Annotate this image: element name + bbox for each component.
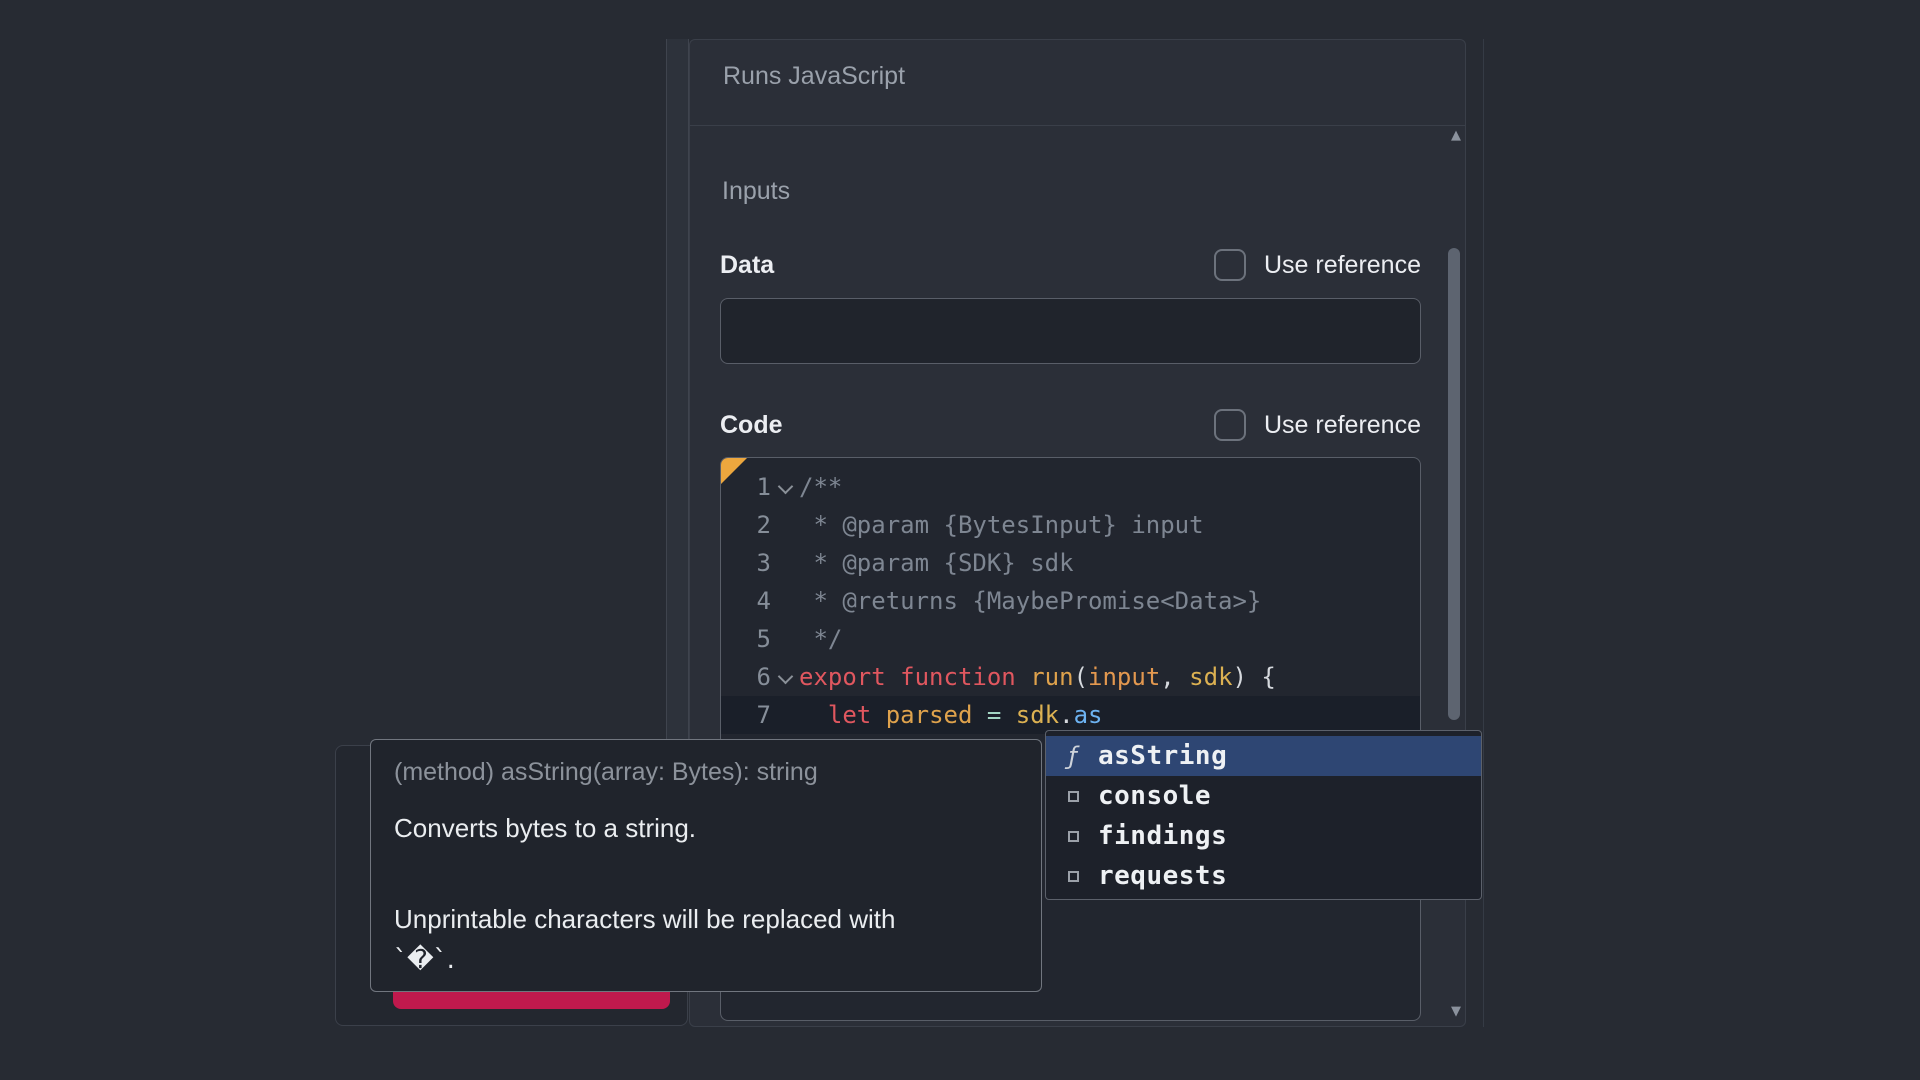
data-use-reference-group: Use reference (1214, 249, 1421, 281)
panel-header: Runs JavaScript (690, 40, 1465, 126)
inputs-section-heading: Inputs (722, 177, 790, 206)
code-use-reference-label: Use reference (1264, 411, 1421, 440)
scroll-down-icon[interactable]: ▼ (1445, 1004, 1467, 1019)
line-number: 3 (721, 549, 771, 577)
tooltip-signature: (method) asString(array: Bytes): string (394, 758, 1018, 787)
data-field-row: Data Use reference (720, 248, 1421, 282)
tooltip-note-line1: Unprintable characters will be replaced … (394, 904, 1018, 935)
code-text: * @returns {MaybePromise<Data>} (799, 587, 1261, 615)
field-icon (1061, 871, 1085, 882)
autocomplete-item-asString[interactable]: ƒ asString (1046, 736, 1481, 776)
fold-chevron-icon[interactable] (771, 483, 799, 492)
editor-lines: 1/**2 * @param {BytesInput} input3 * @pa… (721, 468, 1420, 734)
data-field-label: Data (720, 251, 774, 280)
code-text: export function run(input, sdk) { (799, 663, 1276, 691)
code-text: * @param {BytesInput} input (799, 511, 1204, 539)
code-field-label: Code (720, 411, 783, 440)
editor-line-5[interactable]: 5 */ (721, 620, 1420, 658)
field-icon (1061, 791, 1085, 802)
autocomplete-item-console[interactable]: console (1046, 776, 1481, 816)
code-text: /** (799, 473, 842, 501)
panel-title: Runs JavaScript (723, 62, 1465, 91)
scrollbar-thumb[interactable] (1448, 248, 1460, 720)
code-use-reference-checkbox[interactable] (1214, 409, 1246, 441)
canvas-divider-line (1483, 39, 1484, 1027)
data-use-reference-checkbox[interactable] (1214, 249, 1246, 281)
code-text: let parsed = sdk.as (799, 701, 1103, 729)
editor-line-1[interactable]: 1/** (721, 468, 1420, 506)
autocomplete-item-label: asString (1098, 741, 1227, 771)
autocomplete-item-label: requests (1098, 861, 1227, 891)
fold-chevron-icon[interactable] (771, 673, 799, 682)
editor-line-3[interactable]: 3 * @param {SDK} sdk (721, 544, 1420, 582)
autocomplete-item-requests[interactable]: requests (1046, 856, 1481, 896)
code-use-reference-group: Use reference (1214, 409, 1421, 441)
line-number: 4 (721, 587, 771, 615)
line-number: 5 (721, 625, 771, 653)
autocomplete-dropdown: ƒ asString console findings requests (1045, 730, 1482, 900)
code-text: * @param {SDK} sdk (799, 549, 1074, 577)
code-field-row: Code Use reference (720, 408, 1421, 442)
autocomplete-item-findings[interactable]: findings (1046, 816, 1481, 856)
tooltip-note-line2: `�`. (394, 945, 1018, 975)
doc-tooltip: (method) asString(array: Bytes): string … (370, 739, 1042, 992)
field-icon (1061, 831, 1085, 842)
scroll-up-icon[interactable]: ▲ (1445, 128, 1467, 143)
code-text: */ (799, 625, 842, 653)
line-number: 2 (721, 511, 771, 539)
autocomplete-item-label: console (1098, 781, 1211, 811)
editor-line-4[interactable]: 4 * @returns {MaybePromise<Data>} (721, 582, 1420, 620)
autocomplete-item-label: findings (1098, 821, 1227, 851)
editor-line-7[interactable]: 7 let parsed = sdk.as (721, 696, 1420, 734)
data-use-reference-label: Use reference (1264, 251, 1421, 280)
tooltip-description: Converts bytes to a string. (394, 813, 1018, 844)
function-icon: ƒ (1061, 742, 1085, 770)
line-number: 6 (721, 663, 771, 691)
editor-line-6[interactable]: 6 export function run(input, sdk) { (721, 658, 1420, 696)
data-input[interactable] (720, 298, 1421, 364)
editor-line-2[interactable]: 2 * @param {BytesInput} input (721, 506, 1420, 544)
line-number: 7 (721, 701, 771, 729)
modified-corner-marker-icon (721, 458, 747, 484)
